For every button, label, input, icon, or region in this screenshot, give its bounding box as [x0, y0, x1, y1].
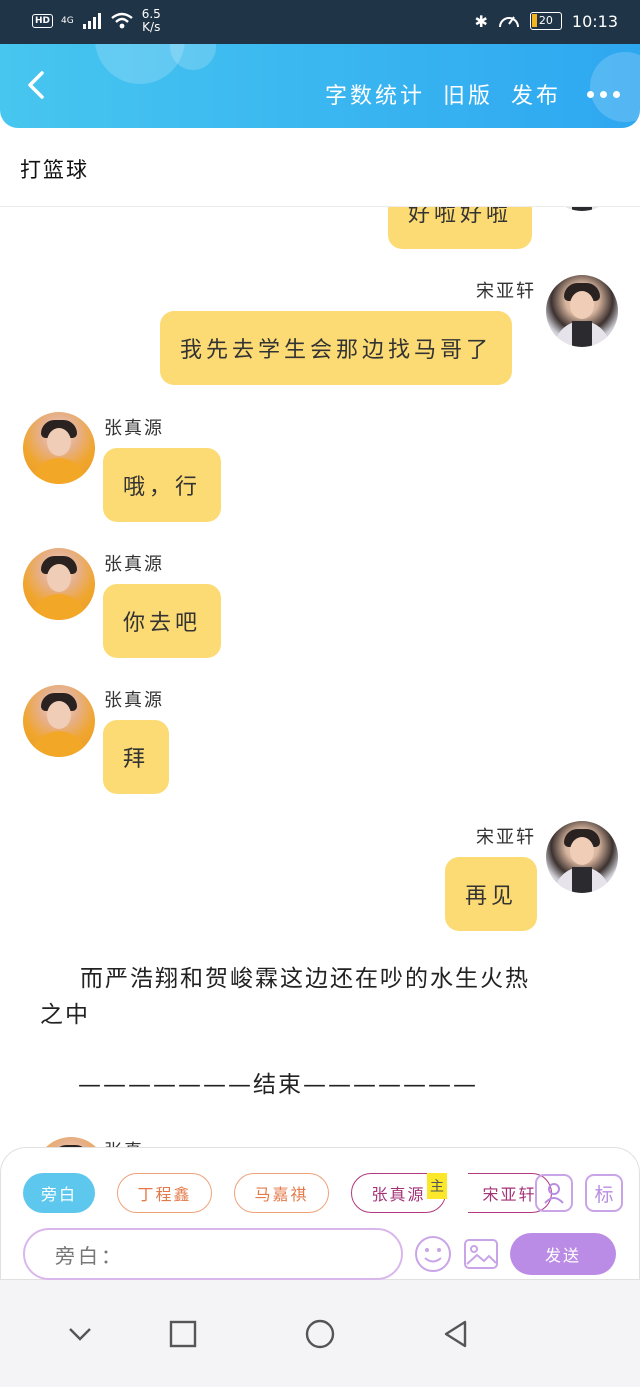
emoji-icon[interactable] — [414, 1235, 452, 1273]
status-bar: HD 4G 6.5 K/s ✱ 20 10:13 — [0, 0, 640, 44]
speaker-name: 张真源 — [104, 418, 164, 439]
bluetooth-icon: ✱ — [474, 11, 488, 31]
avatar — [546, 207, 618, 211]
signal-icon — [82, 13, 101, 29]
network-speed: 6.5 K/s — [141, 7, 161, 34]
message-bubble[interactable]: 你去吧 — [103, 584, 222, 658]
image-icon[interactable] — [463, 1236, 499, 1272]
add-role-icon[interactable] — [535, 1174, 573, 1212]
story-title-bar: 打篮球 — [0, 128, 640, 207]
back-icon[interactable] — [22, 70, 52, 100]
back-nav-icon[interactable] — [438, 1316, 474, 1352]
battery-level: 20 — [538, 14, 553, 27]
main-role-tag: 主 — [427, 1173, 447, 1199]
publish-button[interactable]: 发布 — [511, 78, 561, 110]
speedometer-icon — [498, 16, 519, 28]
more-icon[interactable] — [587, 90, 620, 98]
old-version-button[interactable]: 旧版 — [443, 78, 493, 110]
home-icon[interactable] — [302, 1316, 338, 1352]
speaker-name: 张真源 — [104, 690, 164, 711]
message-bubble[interactable]: 好啦好啦 — [388, 207, 533, 249]
message-bubble[interactable]: 再见 — [445, 857, 538, 931]
role-chip-ma-jiaqi[interactable]: 马嘉祺 — [234, 1173, 329, 1213]
chat-area[interactable]: 好啦好啦 宋亚轩 我先去学生会那边找马哥了 张真源 哦，行 张真源 你去吧 张真… — [0, 207, 640, 1147]
send-button[interactable]: 发送 — [510, 1233, 616, 1275]
avatar — [546, 821, 618, 893]
user-icon — [544, 1183, 564, 1204]
chevron-down-icon[interactable] — [62, 1316, 98, 1352]
end-marker: ———————结束——————— — [78, 1072, 478, 1098]
system-nav-bar — [0, 1280, 640, 1387]
message-input[interactable]: 旁白： — [23, 1228, 403, 1280]
word-count-button[interactable]: 字数统计 — [325, 78, 425, 110]
narration-text[interactable]: 而严浩翔和贺峻霖这边还在吵的水生火热 之中 — [40, 961, 530, 1033]
speaker-name: 张真 — [104, 1137, 144, 1147]
speaker-name: 宋亚轩 — [476, 827, 536, 848]
recents-icon[interactable] — [165, 1316, 201, 1352]
message-bubble[interactable]: 拜 — [103, 720, 170, 794]
wifi-icon — [110, 12, 133, 29]
story-title[interactable]: 打篮球 — [20, 154, 89, 184]
speaker-name: 宋亚轩 — [476, 281, 536, 302]
avatar — [35, 1137, 107, 1147]
role-chip-ding-chengxin[interactable]: 丁程鑫 — [117, 1173, 212, 1213]
hd-badge: HD — [32, 14, 54, 28]
network-type: 4G — [61, 16, 74, 26]
avatar — [23, 548, 95, 620]
composer-panel: 旁白 丁程鑫 马嘉祺 张真源 宋亚轩 主 标 旁白： 发送 — [0, 1147, 640, 1280]
avatar — [23, 685, 95, 757]
avatar — [23, 412, 95, 484]
role-chip-narrator[interactable]: 旁白 — [23, 1173, 95, 1213]
message-bubble[interactable]: 哦，行 — [103, 448, 222, 522]
avatar — [546, 275, 618, 347]
speaker-name: 张真源 — [104, 554, 164, 575]
message-bubble[interactable]: 我先去学生会那边找马哥了 — [160, 311, 513, 385]
clock: 10:13 — [571, 11, 618, 31]
app-header: 字数统计 旧版 发布 — [0, 44, 640, 128]
battery-icon: 20 — [529, 12, 562, 30]
tag-button[interactable]: 标 — [585, 1174, 623, 1212]
